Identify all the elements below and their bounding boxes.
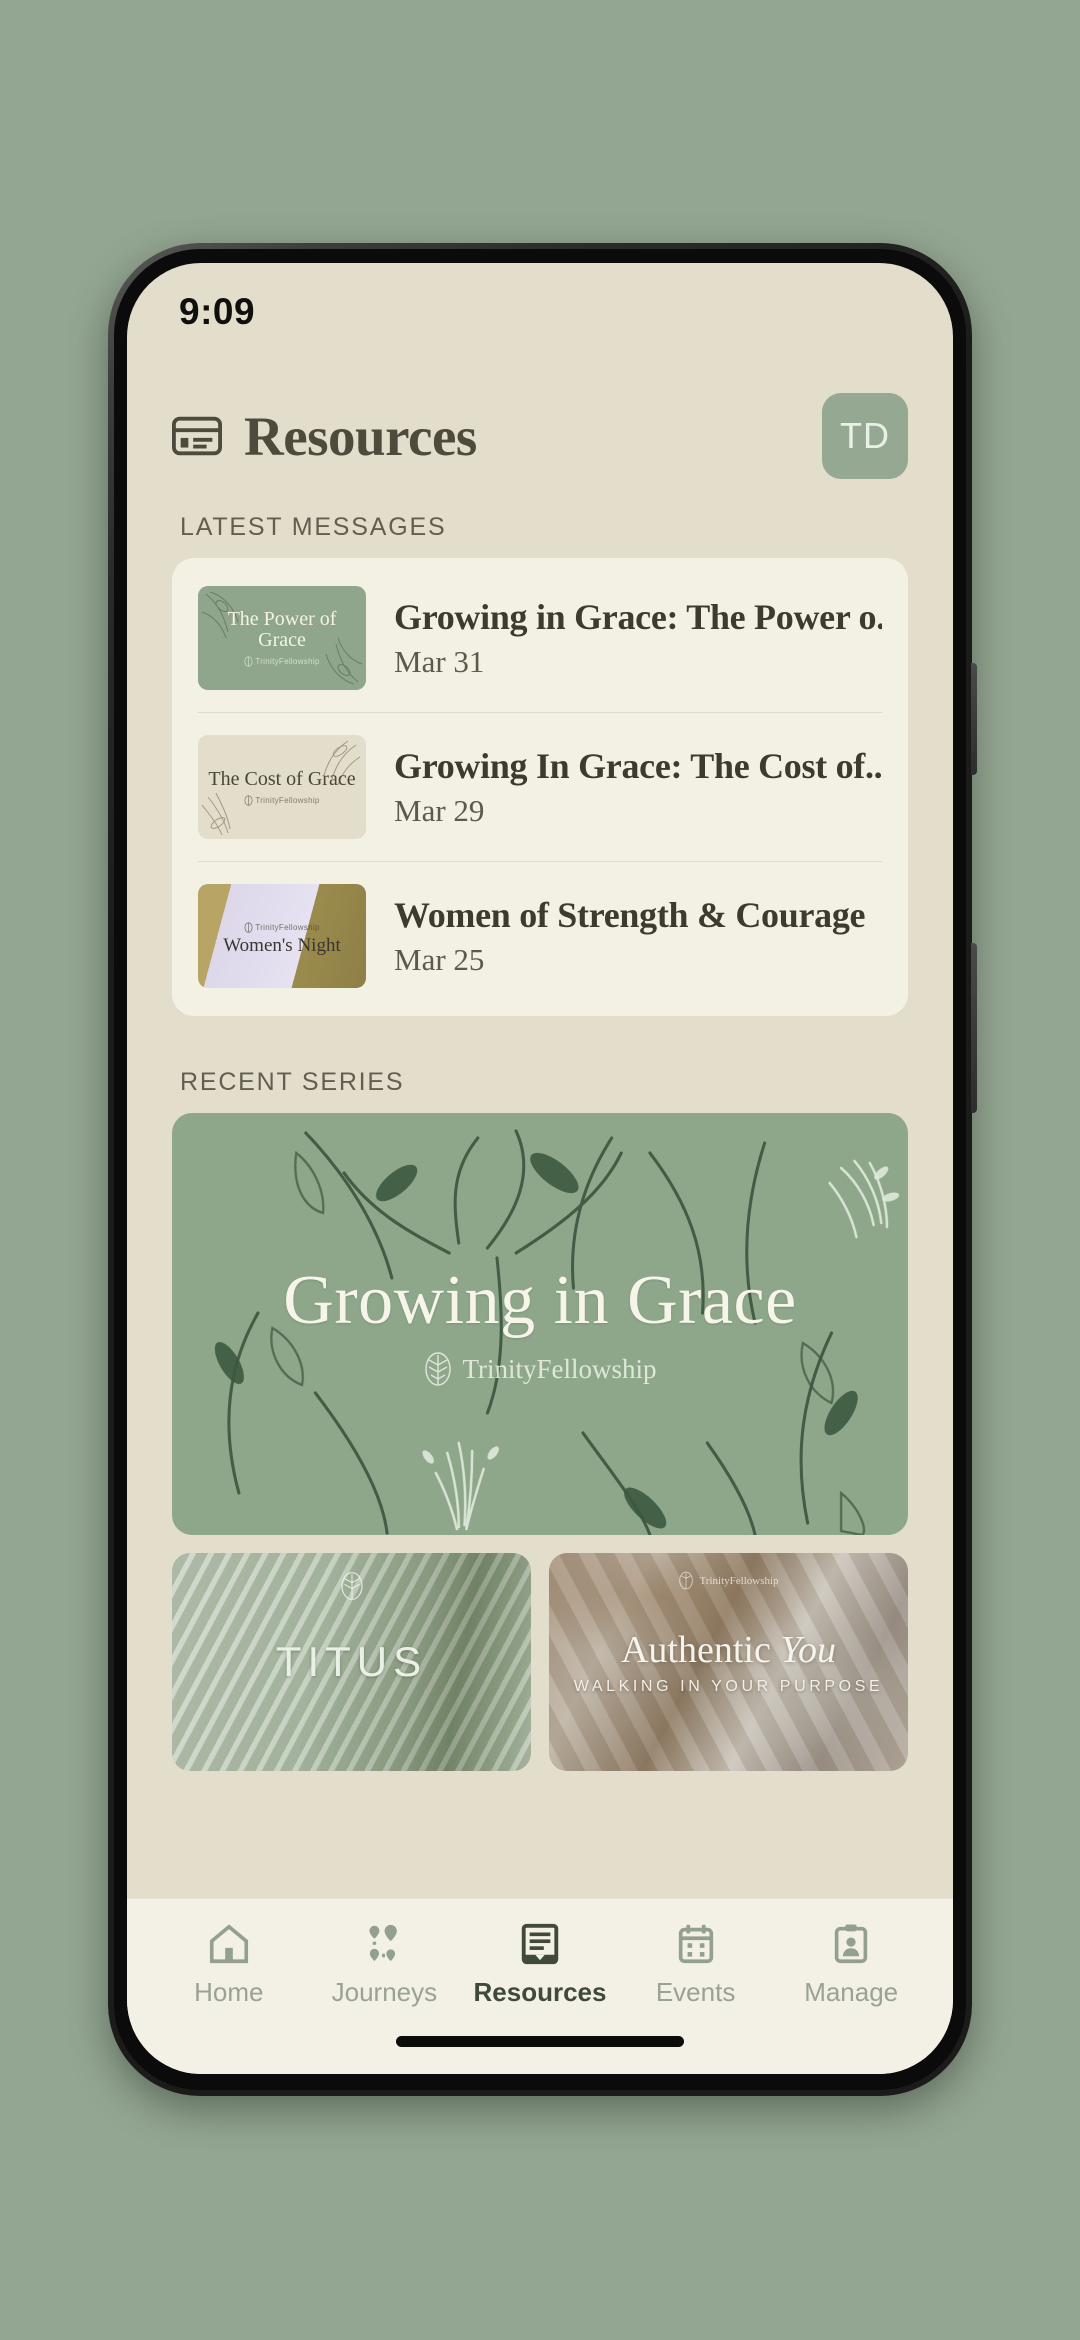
brand-logo: TrinityFellowship (678, 1571, 779, 1590)
message-date: Mar 25 (394, 942, 485, 978)
nav-item-resources[interactable]: Resources (465, 1921, 615, 2008)
message-text-group: Growing In Grace: The Cost of... Mar 29 (394, 745, 882, 829)
hero-brand: TrinityFellowship (423, 1351, 657, 1387)
thumbnail-title: Women's Night (223, 934, 341, 956)
series-card-row: TITUS TrinityFellowship Authentic You WA… (172, 1553, 908, 1771)
nav-label: Home (194, 1977, 264, 2007)
latest-messages-label: LATEST MESSAGES (180, 513, 447, 541)
message-title: Growing In Grace: The Cost of... (394, 745, 882, 786)
home-indicator[interactable] (396, 2035, 684, 2047)
message-thumbnail: The Power of Grace TrinityFellowship (198, 586, 366, 690)
series-brand-text: TrinityFellowship (699, 1574, 779, 1587)
calendar-icon (678, 1924, 713, 1964)
message-date: Mar 29 (394, 793, 485, 829)
message-thumbnail: TrinityFellowship Women's Night (198, 884, 366, 988)
journeys-icon (369, 1924, 398, 1962)
page-title: Resources (244, 405, 477, 467)
nav-label: Resources (473, 1977, 607, 2007)
series-title-plain: Authentic (620, 1629, 781, 1671)
hero-brand-text: TrinityFellowship (462, 1353, 657, 1384)
phone-screen: 9:09 Resources TD LATEST MESSAGES The Po… (127, 263, 953, 2074)
series-card-authentic[interactable]: TrinityFellowship Authentic You WALKING … (549, 1553, 908, 1771)
power-button[interactable] (971, 943, 977, 1113)
nav-item-manage[interactable]: Manage (776, 1921, 926, 2008)
bottom-navigation: Home Journeys Resources Events Manage (127, 1898, 953, 2008)
thumbnail-title: The Power of Grace (227, 608, 337, 651)
message-title: Growing in Grace: The Power o... (394, 596, 882, 637)
nav-label: Events (655, 1977, 736, 2007)
recent-series-label: RECENT SERIES (180, 1068, 405, 1096)
thumbnail-brand: TrinityFellowship (244, 656, 319, 667)
series-subtitle: WALKING IN YOUR PURPOSE (573, 1678, 884, 1695)
list-item[interactable]: The Power of Grace TrinityFellowship Gro… (198, 564, 882, 713)
nav-label: Manage (804, 1977, 899, 2007)
avatar-initials: TD (840, 415, 890, 456)
hero-series-title: Growing in Grace (283, 1262, 797, 1339)
list-item[interactable]: The Cost of Grace TrinityFellowship Grow… (198, 713, 882, 862)
status-bar-time: 9:09 (179, 291, 256, 332)
series-title: Authentic You (621, 1628, 836, 1672)
status-bar: 9:09 (127, 263, 953, 355)
scroll-content[interactable]: LATEST MESSAGES The Power of Grace Trini… (127, 501, 953, 1898)
phone-frame: 9:09 Resources TD LATEST MESSAGES The Po… (108, 243, 977, 2096)
nav-label: Journeys (331, 1977, 438, 2007)
article-card-icon (172, 416, 222, 456)
thumbnail-title: The Cost of Grace (208, 767, 356, 790)
nav-item-events[interactable]: Events (621, 1921, 771, 2008)
message-date: Mar 31 (394, 644, 485, 680)
series-title: TITUS (275, 1638, 428, 1685)
thumbnail-brand: TrinityFellowship (244, 794, 319, 806)
hero-series-card[interactable]: Growing in Grace TrinityFellowship (172, 1113, 908, 1535)
home-icon (209, 1924, 248, 1964)
series-title-italic: You (780, 1629, 836, 1671)
clipboard-person-icon (834, 1924, 868, 1964)
avatar[interactable]: TD (822, 393, 908, 479)
series-card-titus[interactable]: TITUS (172, 1553, 531, 1771)
message-text-group: Growing in Grace: The Power o... Mar 31 (394, 596, 882, 680)
resources-icon (521, 1923, 559, 1965)
nav-item-journeys[interactable]: Journeys (309, 1921, 459, 2008)
message-text-group: Women of Strength & Courage Mar 25 (394, 894, 882, 978)
message-thumbnail: The Cost of Grace TrinityFellowship (198, 735, 366, 839)
message-title: Women of Strength & Courage (394, 894, 866, 935)
phone-bezel: 9:09 Resources TD LATEST MESSAGES The Po… (114, 249, 966, 2090)
page-header: Resources TD (127, 355, 953, 501)
leaf-logo-icon (339, 1571, 365, 1601)
header-title-group: Resources (172, 405, 477, 468)
list-item[interactable]: TrinityFellowship Women's Night Women of… (198, 862, 882, 1010)
hero-text-group: Growing in Grace TrinityFellowship (172, 1113, 908, 1535)
volume-up-button[interactable] (971, 663, 977, 775)
thumbnail-brand: TrinityFellowship (244, 921, 319, 933)
latest-messages-card: The Power of Grace TrinityFellowship Gro… (172, 558, 908, 1016)
home-indicator-area (127, 2008, 953, 2074)
nav-item-home[interactable]: Home (154, 1921, 304, 2008)
leaf-logo-icon (425, 1352, 452, 1386)
